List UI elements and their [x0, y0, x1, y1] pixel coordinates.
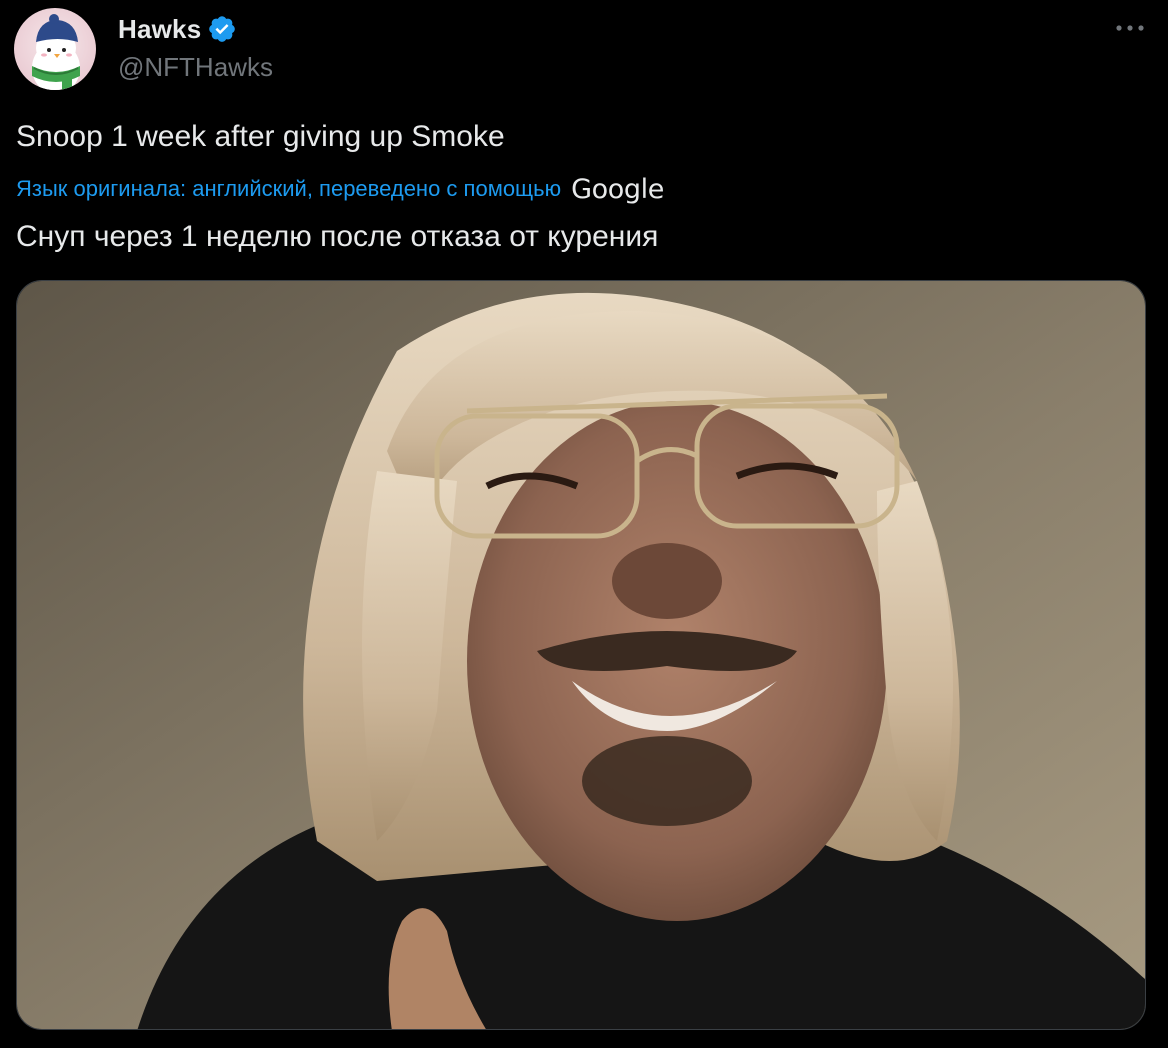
tweet-text: Snoop 1 week after giving up Smoke	[16, 120, 505, 153]
more-options-button[interactable]	[1108, 14, 1152, 42]
tweet-photo[interactable]	[16, 280, 1146, 1030]
translation-note-link[interactable]: Язык оригинала: английский, переведено с…	[16, 176, 561, 202]
penguin-avatar-icon	[14, 8, 96, 90]
tweet-card: Hawks @NFTHawks Snoop 1 week after givin…	[0, 0, 1168, 1048]
author-name-row[interactable]: Hawks	[118, 12, 237, 46]
verified-badge-icon	[207, 14, 237, 44]
more-dots-icon	[1116, 25, 1144, 31]
google-logo: Google	[571, 173, 664, 205]
author-handle[interactable]: @NFTHawks	[118, 52, 273, 83]
avatar[interactable]	[14, 8, 96, 90]
translated-text: Снуп через 1 неделю после отказа от куре…	[16, 220, 659, 253]
photo-image	[17, 281, 1145, 1029]
translation-row: Язык оригинала: английский, переведено с…	[16, 172, 664, 206]
display-name[interactable]: Hawks	[118, 14, 201, 45]
